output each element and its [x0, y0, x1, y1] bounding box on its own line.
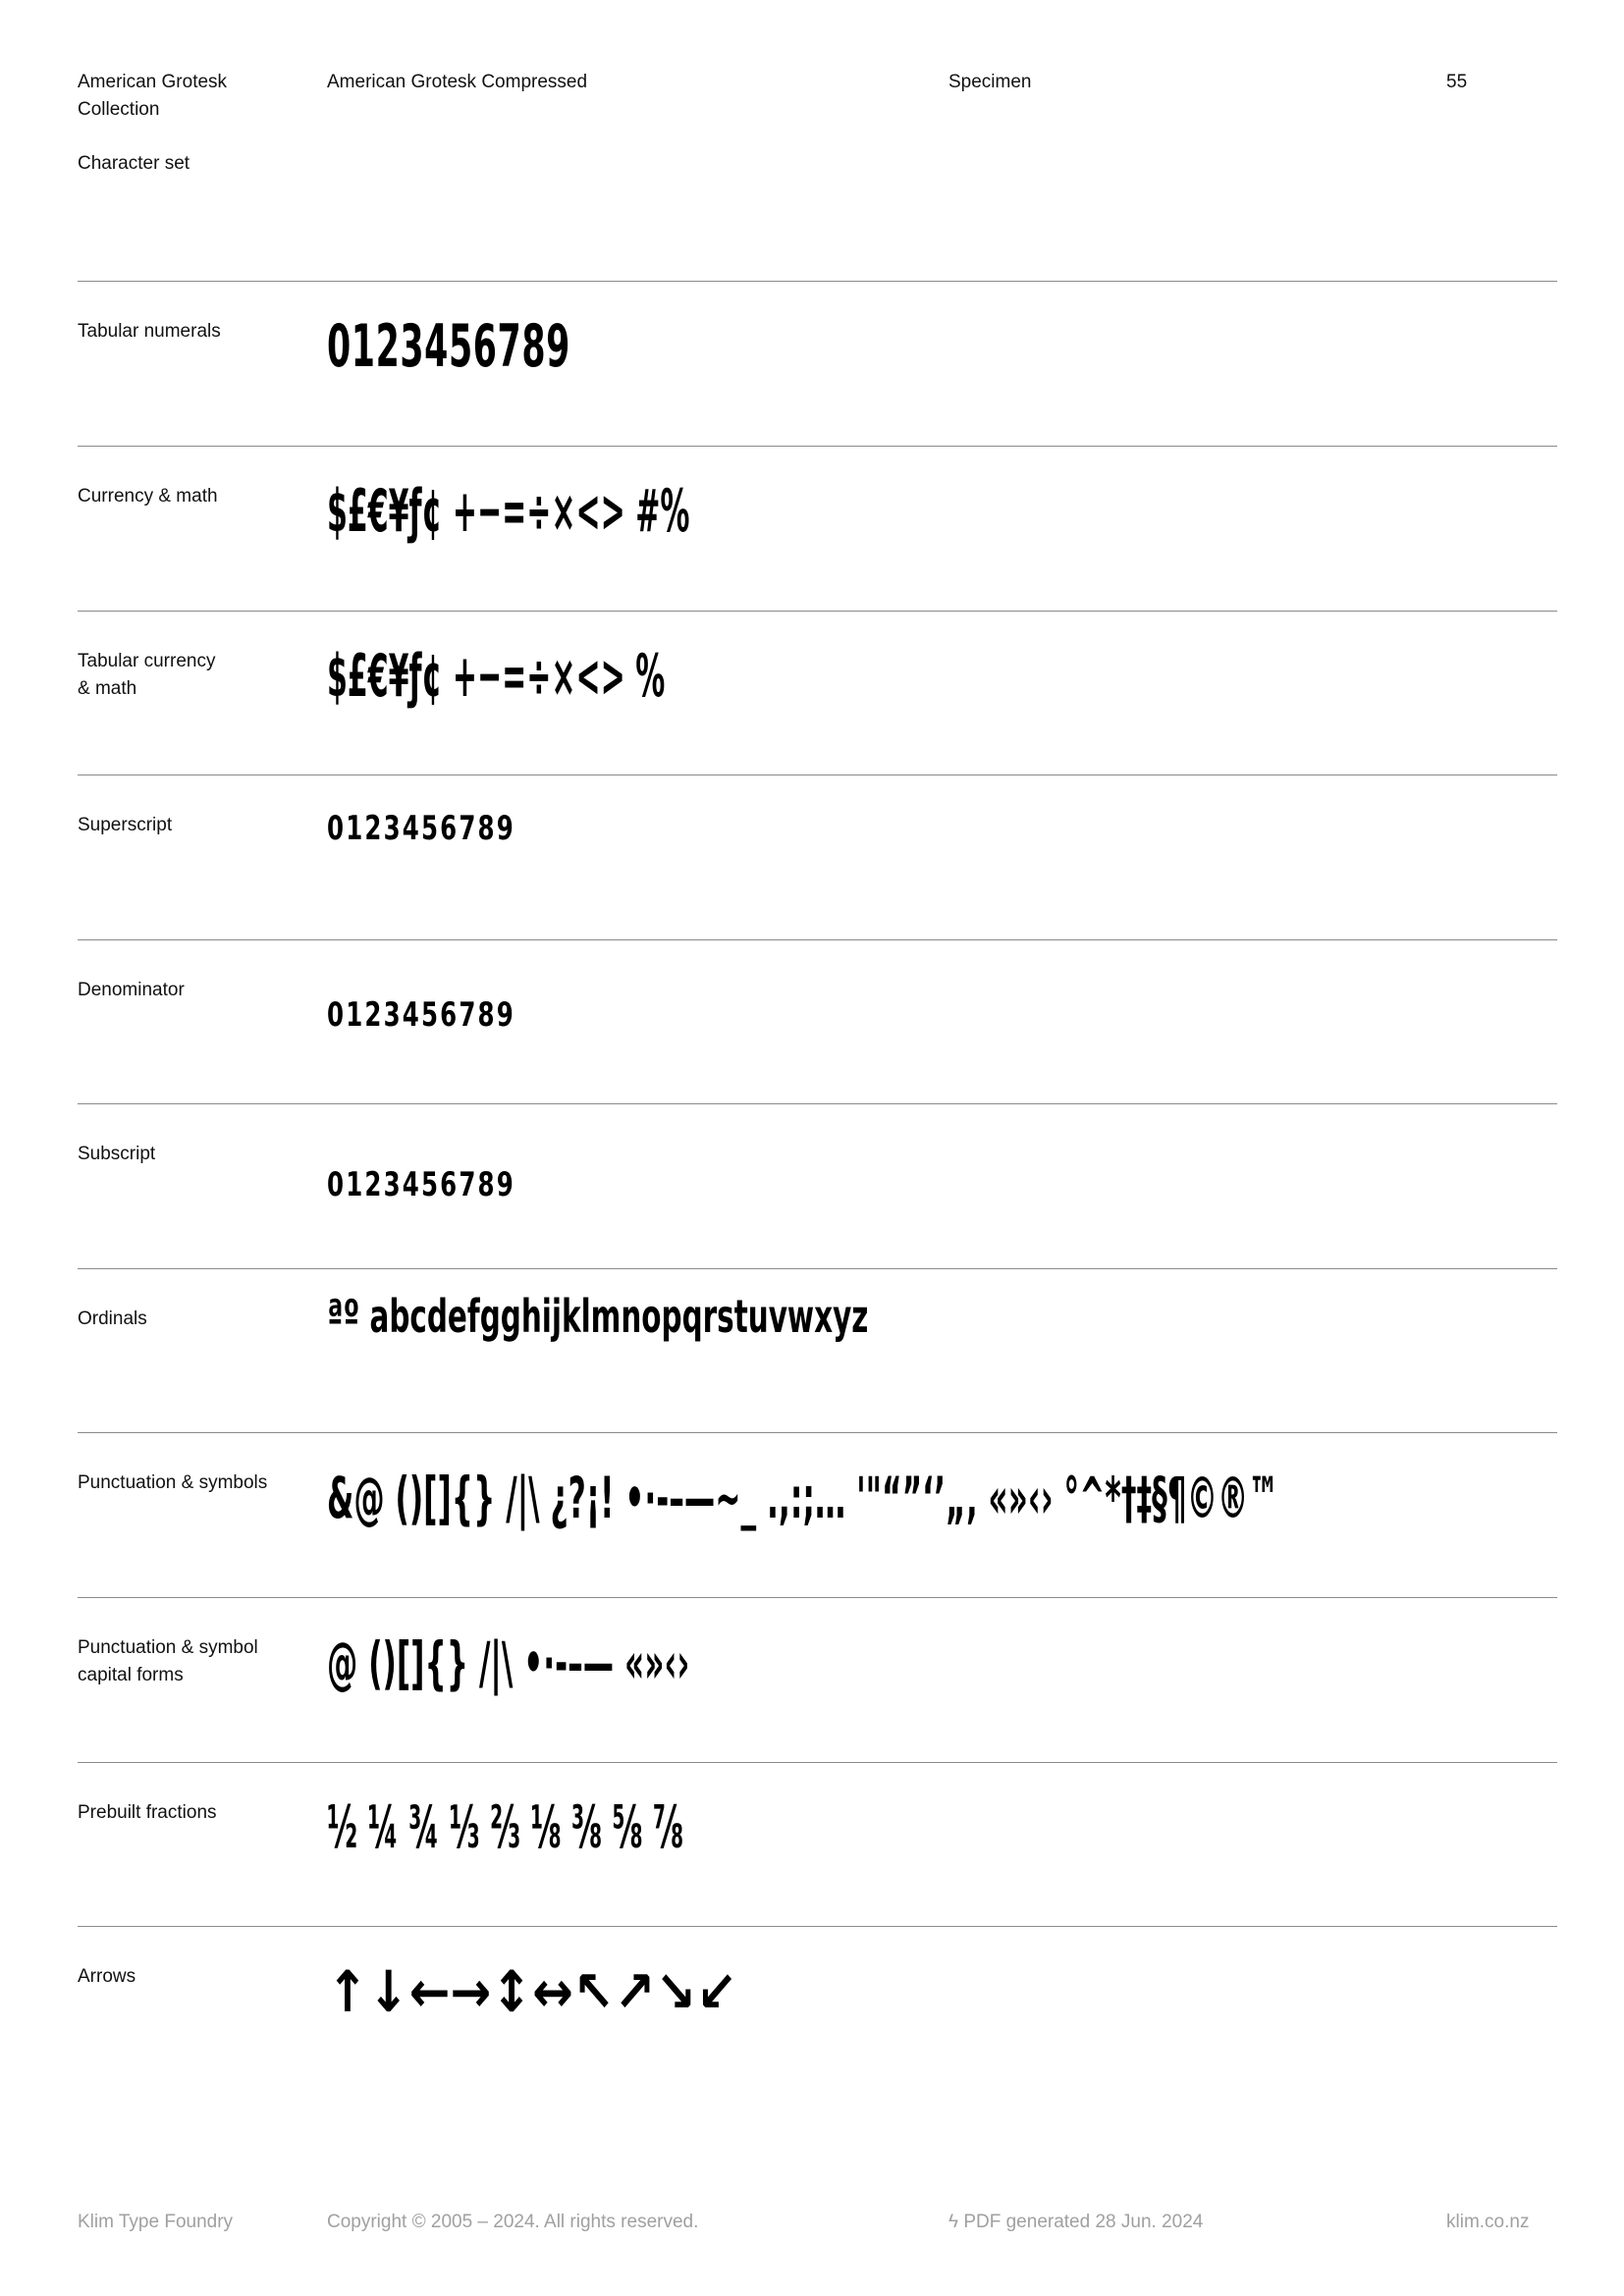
glyph-sample: ªº abcdefgghijklmnopqrstuvwxyz	[327, 1290, 869, 1343]
page-number: 55	[1446, 72, 1468, 92]
row-label: Tabular numerals	[78, 321, 221, 342]
glyph-sample: $£€¥ƒ¢ +−=÷×<> %	[327, 642, 666, 711]
glyph-sample: 0123456789	[327, 1165, 515, 1204]
row-tabular-currency-math: Tabular currency & math $£€¥ƒ¢ +−=÷×<> %	[78, 611, 1557, 776]
footer-website-link[interactable]: klim.co.nz	[1446, 2209, 1529, 2236]
row-label: Punctuation & symbols	[78, 1472, 268, 1493]
glyph-sample: $£€¥ƒ¢ +−=÷×<> #%	[327, 477, 690, 546]
row-ordinals: Ordinals ªº abcdefgghijklmnopqrstuvwxyz	[78, 1268, 1557, 1434]
row-arrows: Arrows ↑↓←→↕↔↖↗↘↙	[78, 1926, 1557, 2092]
footer-generated: ϟ PDF generated 28 Jun. 2024	[948, 2212, 1204, 2232]
glyph-sample: ↑↓←→↕↔↖↗↘↙	[327, 1958, 737, 2025]
glyph-sample: &@ ()[]{} /|\ ¿?¡! •·-–—~_ .,:;… '"“”‘’„…	[327, 1465, 1279, 1531]
row-label: Prebuilt fractions	[78, 1802, 217, 1823]
row-superscript: Superscript 0123456789	[78, 774, 1557, 940]
row-label: Arrows	[78, 1966, 136, 1987]
row-prebuilt-fractions: Prebuilt fractions ½ ¼ ¾ ⅓ ⅔ ⅛ ⅜ ⅝ ⅞	[78, 1762, 1557, 1928]
glyph-sample: ½ ¼ ¾ ⅓ ⅔ ⅛ ⅜ ⅝ ⅞	[327, 1793, 684, 1862]
row-label: Punctuation & symbol capital forms	[78, 1637, 258, 1685]
row-label: Tabular currency & math	[78, 651, 216, 699]
row-currency-math: Currency & math $£€¥ƒ¢ +−=÷×<> #%	[78, 446, 1557, 612]
row-punctuation-symbols: Punctuation & symbols &@ ()[]{} /|\ ¿?¡!…	[78, 1432, 1557, 1598]
document-type: Specimen	[948, 72, 1032, 92]
row-punctuation-capital-forms: Punctuation & symbol capital forms @ ()[…	[78, 1597, 1557, 1763]
footer-foundry: Klim Type Foundry	[78, 2212, 234, 2232]
row-subscript: Subscript 0123456789	[78, 1103, 1557, 1269]
row-tabular-numerals: Tabular numerals 0123456789	[78, 281, 1557, 447]
family-name: American Grotesk Compressed	[327, 72, 588, 92]
footer-copyright: Copyright © 2005 – 2024. All rights rese…	[327, 2212, 699, 2232]
row-denominator: Denominator 0123456789	[78, 939, 1557, 1105]
row-label: Currency & math	[78, 486, 218, 507]
row-label: Denominator	[78, 980, 185, 1000]
glyph-sample: @ ()[]{} /|\ •·-–— «»‹›	[327, 1629, 690, 1696]
glyph-sample: 0123456789	[327, 995, 515, 1035]
glyph-sample: 0123456789	[327, 312, 570, 381]
collection-title: American Grotesk Collection	[78, 72, 228, 120]
row-label: Superscript	[78, 815, 173, 835]
row-label: Ordinals	[78, 1308, 147, 1329]
section-title: Character set	[78, 153, 190, 174]
glyph-sample: 0123456789	[327, 809, 515, 848]
row-label: Subscript	[78, 1144, 156, 1164]
